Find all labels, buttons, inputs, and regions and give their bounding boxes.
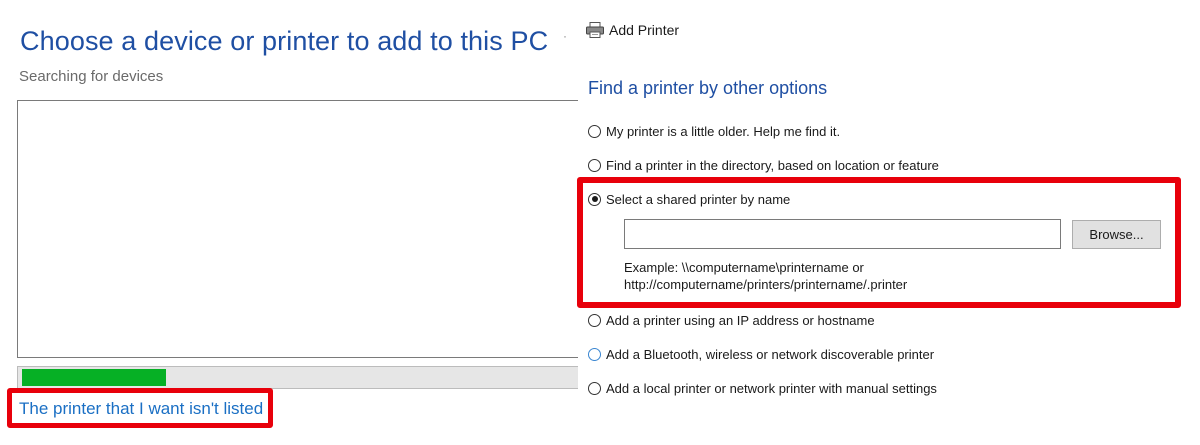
option-label: Add a local printer or network printer w… — [606, 380, 937, 396]
wizard-title: Add Printer — [609, 22, 680, 38]
separator-dot: · — [563, 29, 567, 43]
option-ip-address[interactable]: Add a printer using an IP address or hos… — [588, 311, 875, 329]
option-bluetooth-wireless[interactable]: Add a Bluetooth, wireless or network dis… — [588, 345, 934, 363]
printer-icon — [586, 22, 604, 38]
radio-button[interactable] — [588, 158, 601, 172]
option-directory-search[interactable]: Find a printer in the directory, based o… — [588, 156, 939, 174]
option-label: Add a Bluetooth, wireless or network dis… — [606, 346, 935, 362]
page-title: Choose a device or printer to add to thi… — [20, 26, 549, 56]
option-label: My printer is a little older. Help me fi… — [606, 123, 841, 139]
progress-fill — [22, 369, 166, 386]
device-list[interactable] — [17, 100, 578, 358]
radio-button[interactable] — [588, 124, 601, 138]
add-device-pane: Choose a device or printer to add to thi… — [0, 0, 578, 445]
add-printer-wizard: Add Printer Find a printer by other opti… — [577, 0, 1200, 445]
option-older-printer[interactable]: My printer is a little older. Help me fi… — [588, 122, 840, 140]
search-status-text: Searching for devices — [19, 68, 164, 85]
highlight-box-link — [7, 388, 273, 428]
option-label: Find a printer in the directory, based o… — [606, 157, 939, 173]
radio-button[interactable] — [588, 313, 601, 327]
option-label: Add a printer using an IP address or hos… — [606, 312, 875, 328]
option-local-manual[interactable]: Add a local printer or network printer w… — [588, 379, 937, 397]
section-heading: Find a printer by other options — [588, 78, 828, 98]
search-progress-bar — [17, 366, 578, 389]
highlight-box-shared-printer — [577, 177, 1181, 308]
radio-button[interactable] — [588, 381, 601, 395]
radio-button[interactable] — [588, 347, 601, 361]
